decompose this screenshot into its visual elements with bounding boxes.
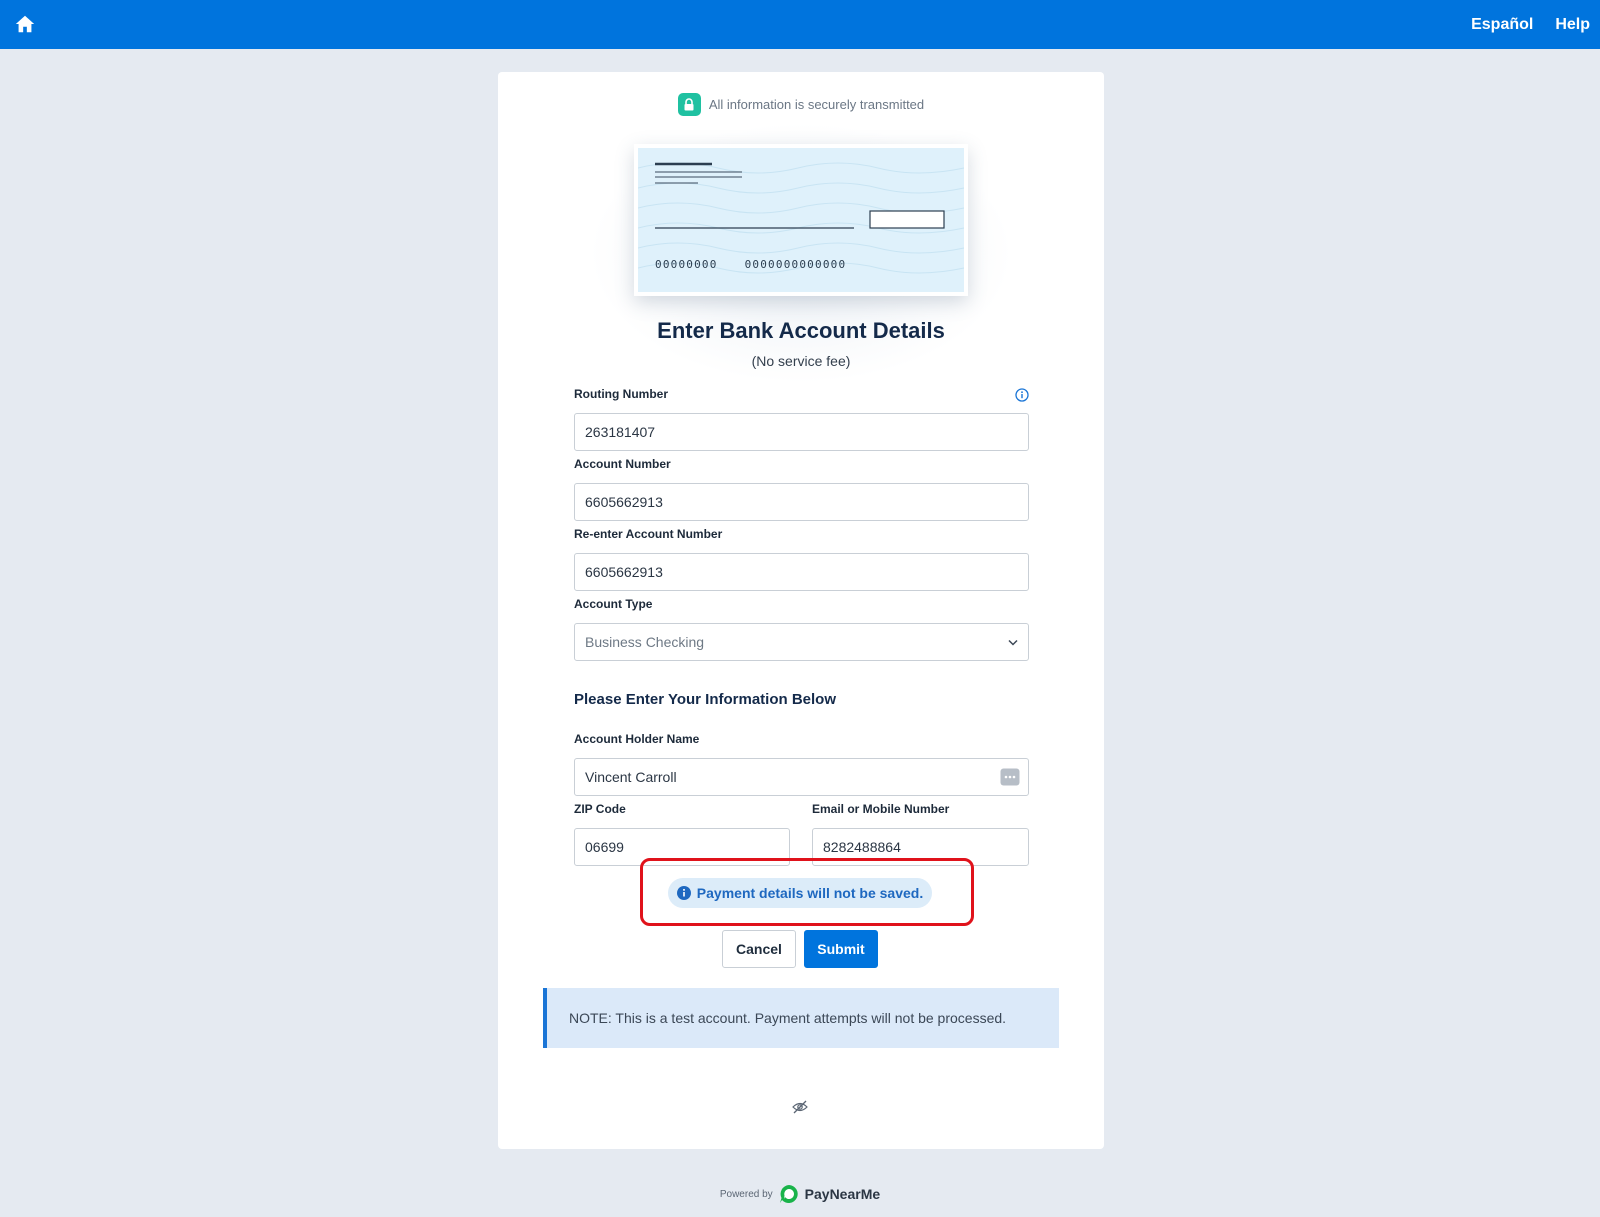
help-link[interactable]: Help — [1555, 16, 1590, 34]
routing-info-icon[interactable] — [1015, 388, 1029, 402]
check-micr-line: 00000000 0000000000000 — [655, 258, 846, 271]
check-illustration: 00000000 0000000000000 — [634, 144, 968, 296]
notice-text: Payment details will not be saved. — [696, 885, 924, 901]
page-subtitle: (No service fee) — [751, 353, 851, 369]
top-bar: Español Help — [0, 0, 1600, 49]
contact-label: Email or Mobile Number — [812, 802, 950, 816]
chevron-down-icon — [998, 639, 1028, 646]
eye-off-icon[interactable] — [792, 1099, 808, 1115]
routing-number-field[interactable]: 263181407 — [574, 413, 1029, 451]
cancel-button[interactable]: Cancel — [722, 930, 796, 968]
powered-by-text: Powered by — [719, 1188, 773, 1200]
secure-banner: All information is securely transmitted — [498, 93, 1104, 116]
holder-name-field[interactable]: Vincent Carroll — [574, 758, 1029, 796]
holder-name-value: Vincent Carroll — [585, 769, 677, 785]
note-text: NOTE: This is a test account. Payment at… — [569, 1010, 1007, 1026]
paynearme-logo-icon — [779, 1184, 799, 1204]
test-account-note: NOTE: This is a test account. Payment at… — [543, 988, 1059, 1048]
footer: Powered by PayNearMe — [0, 1184, 1600, 1204]
account-number-value: 6605662913 — [585, 494, 663, 510]
reenter-account-field[interactable]: 6605662913 — [574, 553, 1029, 591]
not-saved-notice: Payment details will not be saved. — [668, 878, 932, 908]
home-icon[interactable] — [14, 13, 36, 35]
account-number-field[interactable]: 6605662913 — [574, 483, 1029, 521]
language-link[interactable]: Español — [1471, 16, 1533, 34]
check-routing-digits: 00000000 — [655, 258, 718, 271]
secure-text: All information is securely transmitted — [708, 97, 925, 112]
check-account-digits: 0000000000000 — [744, 258, 847, 271]
info-icon — [676, 886, 691, 900]
zip-code-value: 06699 — [585, 839, 624, 855]
account-type-select[interactable]: Business Checking — [574, 623, 1029, 661]
account-number-label: Account Number — [574, 457, 671, 471]
account-type-value: Business Checking — [585, 634, 705, 650]
info-section-heading: Please Enter Your Information Below — [574, 691, 837, 708]
routing-number-label: Routing Number — [574, 387, 668, 401]
reenter-account-value: 6605662913 — [585, 564, 663, 580]
reenter-account-label: Re-enter Account Number — [574, 527, 723, 541]
payment-card: All information is securely transmitted … — [498, 72, 1104, 1149]
holder-name-label: Account Holder Name — [574, 732, 700, 746]
top-nav: Español Help — [1471, 0, 1590, 49]
autofill-icon[interactable] — [992, 768, 1028, 786]
account-type-label: Account Type — [574, 597, 653, 611]
contact-value: 8282488864 — [823, 839, 901, 855]
lock-icon — [677, 93, 701, 116]
brand-name: PayNearMe — [804, 1186, 881, 1202]
zip-code-label: ZIP Code — [574, 802, 626, 816]
submit-button[interactable]: Submit — [804, 930, 878, 968]
routing-number-value: 263181407 — [585, 424, 656, 440]
page-title: Enter Bank Account Details — [657, 318, 945, 343]
